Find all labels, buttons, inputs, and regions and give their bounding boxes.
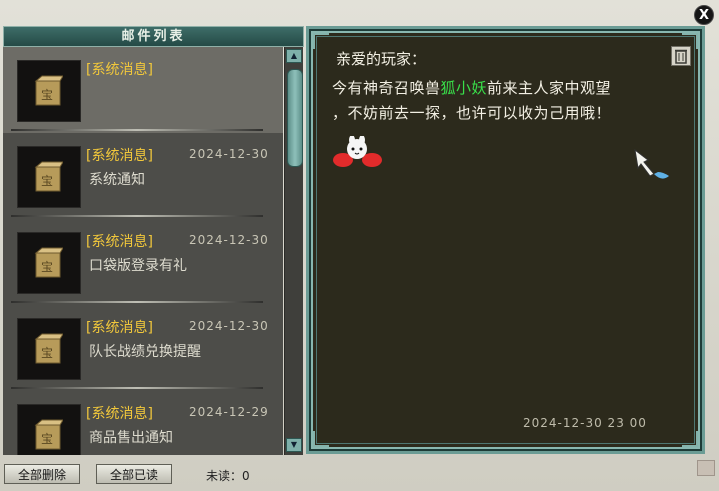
message-greeting: 亲爱的玩家：	[336, 50, 427, 68]
scroll-up-button[interactable]: ▲	[286, 49, 302, 63]
gold-box-icon: 宝	[17, 146, 81, 208]
mail-list: 宝 [系统消息] 宝 [系统消息] 2024-12-30 系统通知 宝 [系统消…	[3, 47, 283, 455]
mail-tag: [系统消息]	[86, 148, 153, 164]
mail-list-scrollbar[interactable]: ▲ ▼	[284, 47, 303, 455]
mail-tag: [系统消息]	[86, 234, 153, 250]
pet-name-highlight: 狐小妖	[440, 79, 488, 97]
trash-icon[interactable]	[671, 46, 691, 66]
message-line1-prefix: 今有神奇召唤兽	[332, 79, 441, 97]
corner-ornament	[313, 431, 329, 447]
gold-box-icon: 宝	[17, 232, 81, 294]
read-all-button[interactable]: 全部已读	[96, 464, 172, 484]
svg-text:宝: 宝	[41, 346, 53, 360]
arrow-cursor-icon	[634, 148, 669, 179]
gold-box-icon: 宝	[17, 318, 81, 380]
mail-tag: [系统消息]	[86, 406, 153, 422]
mail-subject: 商品售出通知	[89, 430, 173, 446]
gold-box-icon: 宝	[17, 60, 81, 122]
mail-date: 2024-12-30	[189, 233, 269, 247]
corner-ornament	[682, 431, 698, 447]
message-timestamp: 2024-12-30 23 00	[523, 416, 647, 430]
mail-tag: [系统消息]	[86, 320, 153, 336]
mail-subject: 队长战绩兑换提醒	[89, 344, 201, 360]
mail-list-item[interactable]: 宝 [系统消息]	[3, 47, 283, 133]
unread-count: 未读：0	[206, 469, 250, 483]
mail-date: 2024-12-30	[189, 319, 269, 333]
mail-tag: [系统消息]	[86, 62, 153, 78]
mail-list-title: 邮件列表	[3, 26, 304, 47]
svg-text:宝: 宝	[41, 260, 53, 274]
divider	[11, 387, 263, 389]
svg-text:宝: 宝	[41, 174, 53, 188]
message-line-2: ，不妨前去一探，也许可以收为己用哦！	[332, 104, 612, 122]
divider	[11, 301, 263, 303]
scroll-down-button[interactable]: ▼	[286, 438, 302, 452]
message-line1-suffix: 前来主人家中观望	[487, 79, 612, 97]
mail-list-item[interactable]: 宝 [系统消息] 2024-12-29 商品售出通知	[3, 391, 283, 455]
mail-list-item[interactable]: 宝 [系统消息] 2024-12-30 口袋版登录有礼	[3, 219, 283, 305]
gold-box-icon: 宝	[17, 404, 81, 455]
corner-ornament	[313, 33, 329, 49]
resize-handle[interactable]	[697, 460, 715, 476]
mail-date: 2024-12-29	[189, 405, 269, 419]
mail-date: 2024-12-30	[189, 147, 269, 161]
delete-all-button[interactable]: 全部删除	[4, 464, 80, 484]
message-line-1: 今有神奇召唤兽狐小妖前来主人家中观望	[332, 77, 611, 98]
svg-text:宝: 宝	[41, 432, 53, 446]
close-button[interactable]: X	[694, 5, 714, 25]
mail-subject: 系统通知	[89, 172, 145, 188]
mail-list-item[interactable]: 宝 [系统消息] 2024-12-30 系统通知	[3, 133, 283, 219]
mail-list-item[interactable]: 宝 [系统消息] 2024-12-30 队长战绩兑换提醒	[3, 305, 283, 391]
svg-text:宝: 宝	[41, 88, 53, 102]
bunny-sticker-icon	[333, 136, 382, 167]
divider	[11, 129, 263, 131]
scroll-thumb[interactable]	[287, 69, 303, 167]
divider	[11, 215, 263, 217]
mail-subject: 口袋版登录有礼	[89, 258, 187, 274]
